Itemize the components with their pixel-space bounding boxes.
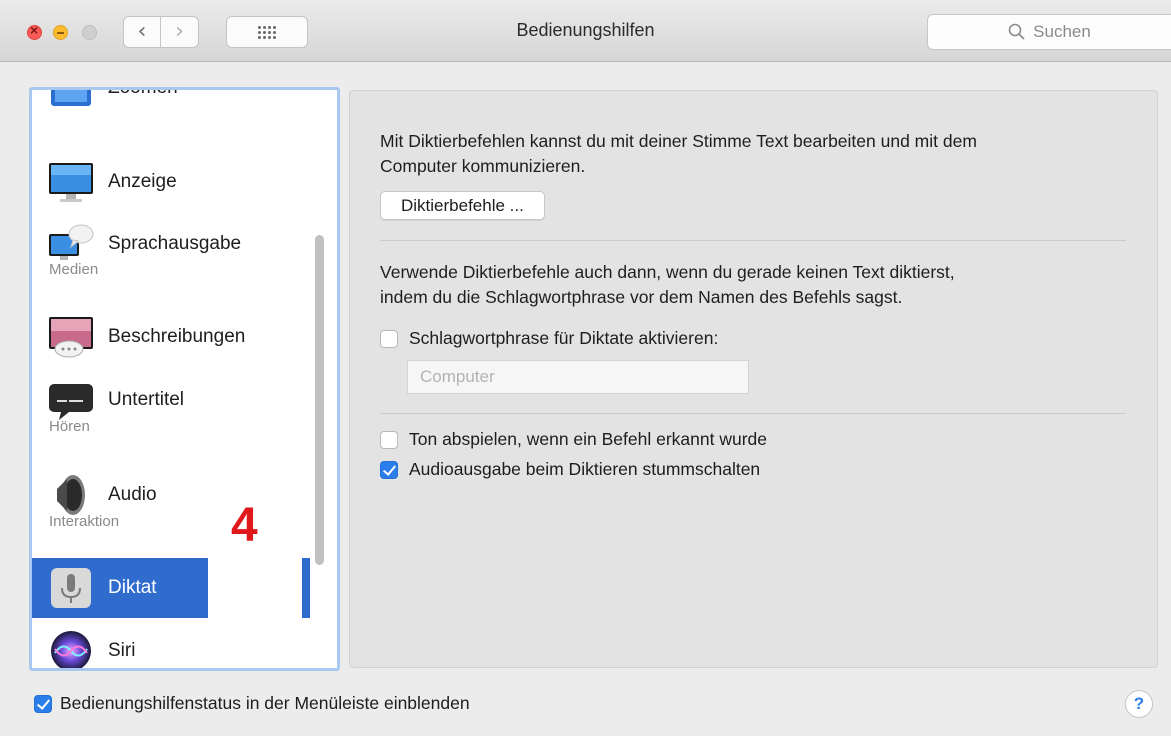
- section-header-interaktion: Interaktion: [49, 513, 120, 530]
- sidebar-item-anzeige[interactable]: Anzeige: [32, 152, 309, 212]
- menu-status-option[interactable]: Bedienungshilfenstatus in der Menüleiste…: [34, 693, 470, 714]
- dictation-settings-panel: Mit Diktierbefehlen kannst du mit deiner…: [349, 90, 1158, 668]
- siri-icon: [51, 631, 91, 668]
- forward-button[interactable]: ›: [161, 16, 199, 48]
- keyword-phrase-input[interactable]: Computer: [407, 360, 749, 394]
- sidebar-item-label: Audio: [108, 484, 157, 505]
- keyword-phrase-placeholder: Computer: [420, 367, 495, 386]
- menu-status-checkbox[interactable]: [34, 694, 52, 713]
- section-header-medien: Medien: [49, 261, 99, 278]
- step-annotation: 4: [231, 499, 258, 552]
- play-sound-checkbox[interactable]: [380, 430, 398, 449]
- sidebar-item-label: Untertitel: [108, 389, 185, 410]
- speaker-icon: [57, 475, 85, 515]
- sidebar-item-label: Siri: [108, 640, 136, 661]
- sidebar-item-label: Anzeige: [108, 171, 177, 192]
- keyword-phrase-label: Schlagwortphrase für Diktate aktivieren:: [409, 328, 719, 348]
- intro-line-1: Mit Diktierbefehlen kannst du mit deiner…: [380, 131, 977, 151]
- sidebar-item-label: Diktat: [108, 577, 157, 598]
- sidebar-item-diktat[interactable]: Diktat: [32, 558, 208, 618]
- sidebar-item-zoom[interactable]: Zoomen: [32, 87, 309, 118]
- search-field[interactable]: Suchen: [927, 14, 1171, 50]
- show-all-button[interactable]: [226, 16, 308, 48]
- mute-audio-option[interactable]: Audioausgabe beim Diktieren stummschalte…: [380, 459, 760, 480]
- keyword-phrase-option[interactable]: Schlagwortphrase für Diktate aktivieren:: [380, 328, 718, 349]
- divider: [380, 413, 1126, 414]
- menu-status-label: Bedienungshilfenstatus in der Menüleiste…: [60, 693, 470, 713]
- search-icon: [1008, 23, 1025, 40]
- microphone-icon: [51, 568, 91, 608]
- keyword-phrase-checkbox[interactable]: [380, 329, 398, 348]
- sidebar-item-beschreibungen[interactable]: Beschreibungen: [32, 307, 309, 367]
- selection-highlight: [302, 558, 310, 618]
- minimize-window-button[interactable]: [53, 25, 68, 40]
- sidebar-item-siri[interactable]: Siri: [32, 621, 309, 668]
- descriptions-icon: [49, 317, 93, 358]
- play-sound-label: Ton abspielen, wenn ein Befehl erkannt w…: [409, 429, 768, 449]
- sidebar-scrollbar[interactable]: [315, 235, 324, 565]
- keyword-line-1: Verwende Diktierbefehle auch dann, wenn …: [380, 262, 955, 282]
- intro-text: Mit Diktierbefehlen kannst du mit deiner…: [380, 129, 977, 179]
- keyword-description: Verwende Diktierbefehle auch dann, wenn …: [380, 260, 955, 310]
- mute-audio-label: Audioausgabe beim Diktieren stummschalte…: [409, 459, 761, 479]
- back-button[interactable]: ‹: [123, 16, 161, 48]
- intro-line-2: Computer kommunizieren.: [380, 156, 586, 176]
- close-window-button[interactable]: [27, 22, 42, 40]
- title-bar: ‹ › Bedienungshilfen Suchen: [0, 0, 1171, 62]
- sidebar-item-label: Beschreibungen: [108, 326, 246, 347]
- keyword-line-2: indem du die Schlagwortphrase vor dem Na…: [380, 287, 903, 307]
- zoom-icon: [51, 90, 91, 106]
- display-icon: [49, 163, 93, 202]
- dictation-commands-button[interactable]: Diktierbefehle ...: [380, 191, 545, 220]
- mute-audio-checkbox[interactable]: [380, 460, 398, 479]
- captions-icon: [49, 384, 93, 420]
- zoom-window-button[interactable]: [82, 25, 97, 40]
- sidebar-item-label: Zoomen: [108, 87, 178, 98]
- chevron-left-icon: ‹: [137, 19, 147, 44]
- divider: [380, 240, 1126, 241]
- help-button[interactable]: ?: [1125, 690, 1153, 718]
- category-sidebar[interactable]: Zoomen Anzeige Sprachausgabe Medien Besc…: [29, 87, 340, 671]
- search-placeholder: Suchen: [1033, 22, 1091, 41]
- grid-icon: [258, 25, 276, 39]
- section-header-hoeren: Hören: [49, 418, 90, 435]
- chevron-right-icon: ›: [175, 19, 184, 44]
- sidebar-item-label: Sprachausgabe: [108, 233, 242, 254]
- play-sound-option[interactable]: Ton abspielen, wenn ein Befehl erkannt w…: [380, 429, 767, 450]
